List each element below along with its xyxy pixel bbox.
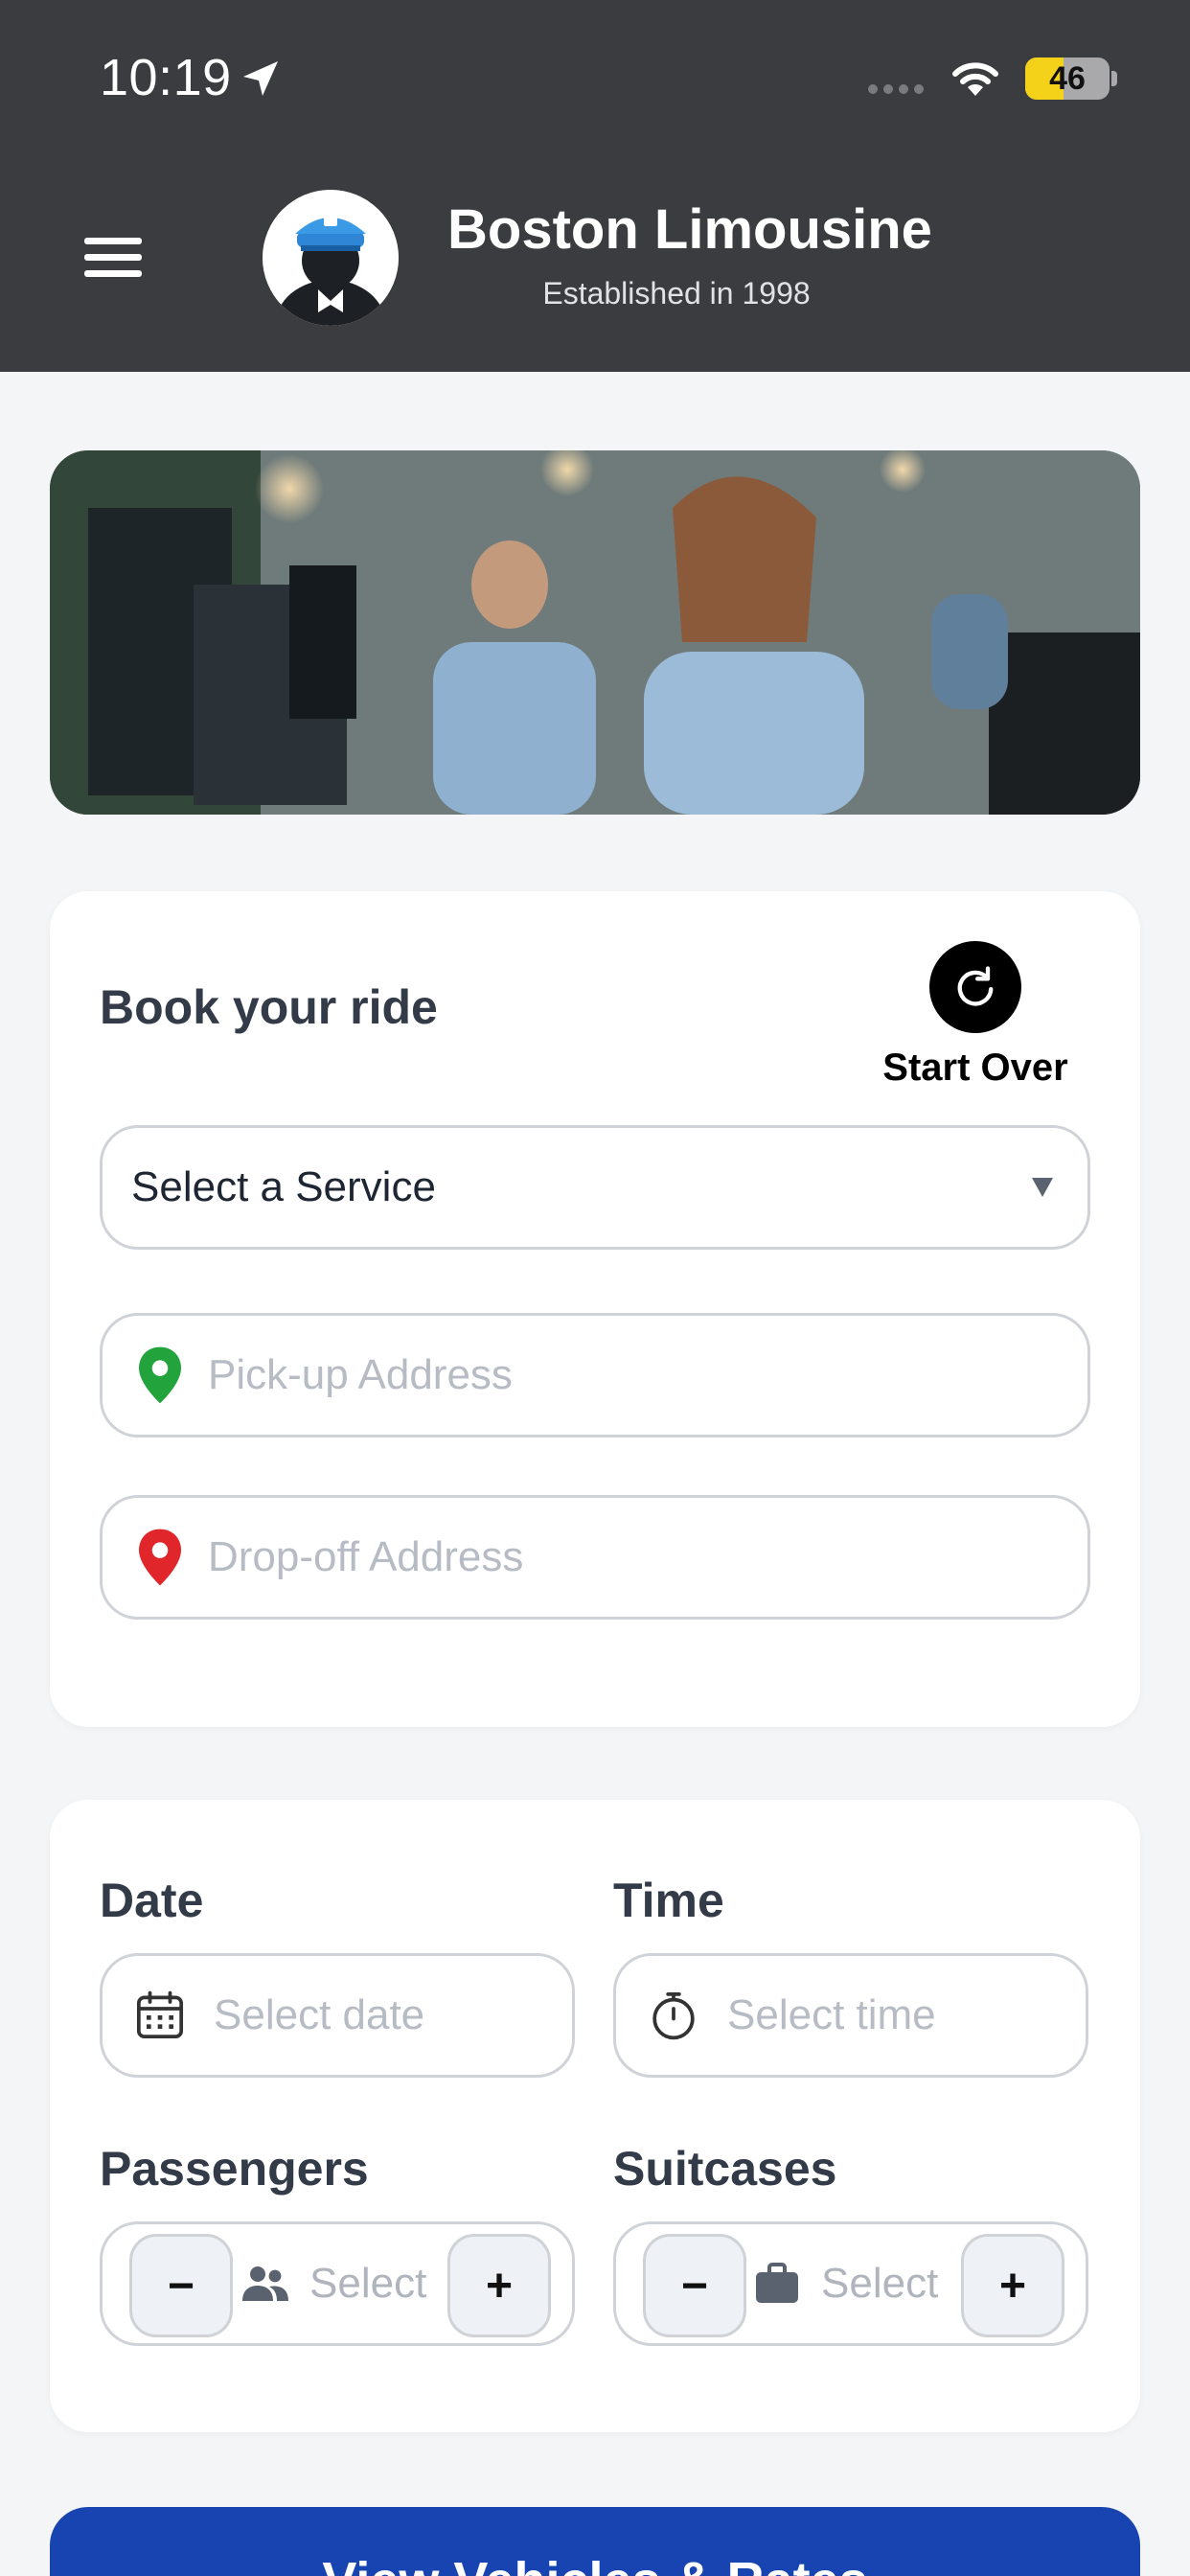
date-label: Date [100, 1874, 204, 1927]
calendar-icon [136, 1990, 184, 2039]
pickup-placeholder: Pick-up Address [208, 1351, 513, 1398]
suitcases-value: Select [754, 2224, 938, 2343]
trip-details-card: Date Time Select date Select time Passen… [50, 1800, 1140, 2432]
refresh-icon [929, 941, 1021, 1033]
app-subtitle: Established in 1998 [542, 276, 811, 310]
chauffeur-avatar-icon [263, 190, 399, 326]
people-icon [242, 2266, 288, 2301]
start-over-button[interactable]: Start Over [860, 941, 1090, 1094]
app-header: 10:19 46 Boston Limousine Established in… [0, 0, 1190, 372]
passengers-increment-button[interactable]: + [447, 2234, 551, 2337]
booking-title: Book your ride [100, 980, 438, 1034]
battery-nub [1111, 71, 1117, 86]
start-over-label: Start Over [882, 1046, 1068, 1089]
chevron-down-icon [1032, 1178, 1053, 1197]
map-pin-icon [139, 1346, 181, 1404]
menu-icon[interactable] [84, 238, 142, 278]
stopwatch-icon [652, 1991, 695, 2040]
dropoff-address-input[interactable]: Drop-off Address [100, 1495, 1090, 1620]
passengers-placeholder: Select [309, 2260, 427, 2307]
passengers-stepper: − Select + [100, 2221, 575, 2346]
time-label: Time [613, 1874, 724, 1927]
passengers-label: Passengers [100, 2142, 369, 2196]
suitcases-label: Suitcases [613, 2142, 837, 2196]
suitcases-stepper: − Select + [613, 2221, 1088, 2346]
status-time: 10:19 [100, 49, 232, 106]
date-placeholder: Select date [214, 1991, 425, 2038]
cellular-signal-icon [868, 84, 924, 94]
dropoff-placeholder: Drop-off Address [208, 1533, 524, 1580]
time-placeholder: Select time [727, 1991, 936, 2038]
view-vehicles-button[interactable]: View Vehicles & Rates [50, 2507, 1140, 2576]
passengers-decrement-button[interactable]: − [129, 2234, 233, 2337]
view-vehicles-label: View Vehicles & Rates [50, 2551, 1140, 2576]
service-select-value: Select a Service [131, 1163, 436, 1210]
time-input[interactable]: Select time [613, 1953, 1088, 2078]
location-arrow-icon [243, 61, 278, 96]
suitcases-increment-button[interactable]: + [961, 2234, 1064, 2337]
suitcases-placeholder: Select [821, 2260, 939, 2307]
suitcase-icon [756, 2263, 798, 2303]
passengers-value: Select [240, 2224, 426, 2343]
suitcases-decrement-button[interactable]: − [643, 2234, 746, 2337]
battery-level: 46 [1049, 60, 1086, 97]
service-select[interactable]: Select a Service [100, 1125, 1090, 1250]
hero-image [50, 450, 1140, 815]
wifi-icon [952, 62, 998, 96]
date-input[interactable]: Select date [100, 1953, 575, 2078]
booking-card: Book your ride Start Over Select a Servi… [50, 891, 1140, 1727]
pickup-address-input[interactable]: Pick-up Address [100, 1313, 1090, 1438]
app-title: Boston Limousine [447, 198, 932, 261]
battery-icon: 46 [1025, 58, 1110, 100]
map-pin-icon [139, 1529, 181, 1586]
